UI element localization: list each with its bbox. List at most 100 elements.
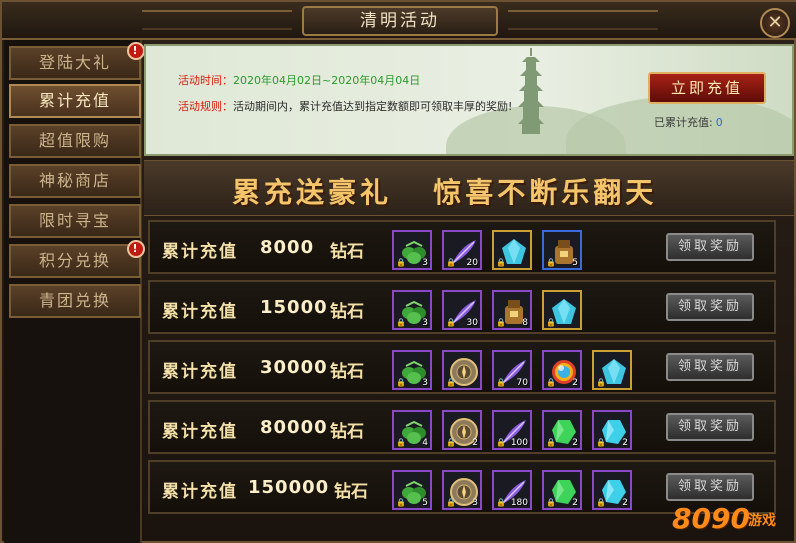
reward-label: 累计充值 xyxy=(162,482,238,502)
reward-row: 累计充值 8000 钻石 🔒 3 🔒 20 🔒 🔒 5 领取奖励 xyxy=(148,220,776,274)
reward-item-slot[interactable]: 🔒 4 xyxy=(392,410,432,450)
activity-window: 清明活动 ✕ 登陆大礼 ! 累计充值 超值限购 神秘商店 限时寻宝 积分兑换 !… xyxy=(0,0,796,543)
bound-lock-icon: 🔒 xyxy=(396,258,406,267)
reward-item-slot[interactable]: 🔒 xyxy=(592,350,632,390)
time-label: 活动时间： xyxy=(178,74,233,87)
reward-item-slot[interactable]: 🔒 3 xyxy=(392,350,432,390)
tab-cumulative-recharge[interactable]: 累计充值 xyxy=(9,84,141,118)
reward-unit: 钻石 xyxy=(334,482,368,502)
bound-lock-icon: 🔒 xyxy=(496,318,506,327)
reward-label: 累计充值 xyxy=(162,242,238,262)
bound-lock-icon: 🔒 xyxy=(396,498,406,507)
rule-value: 活动期间内，累计充值达到指定数额即可领取丰厚的奖励! xyxy=(233,100,513,113)
reward-item-slot[interactable]: 🔒 180 xyxy=(492,470,532,510)
reward-item-slot[interactable]: 🔒 xyxy=(442,350,482,390)
bound-lock-icon: 🔒 xyxy=(546,378,556,387)
bound-lock-icon: 🔒 xyxy=(596,378,606,387)
claim-reward-button[interactable]: 领取奖励 xyxy=(666,413,754,441)
slogan-text: 累充送豪礼 惊喜不断乐翻天 xyxy=(232,176,658,209)
claim-reward-button[interactable]: 领取奖励 xyxy=(666,353,754,381)
bound-lock-icon: 🔒 xyxy=(446,318,456,327)
bound-lock-icon: 🔒 xyxy=(596,498,606,507)
reward-list[interactable]: 累计充值 8000 钻石 🔒 3 🔒 20 🔒 🔒 5 领取奖励 累计充值 15000 钻石 🔒 3 🔒 30 🔒 8… xyxy=(144,218,794,543)
reward-item-slot[interactable]: 🔒 2 xyxy=(542,350,582,390)
reward-row: 累计充值 30000 钻石 🔒 3 🔒 🔒 70 🔒 2 🔒 领取奖励 xyxy=(148,340,776,394)
activity-rule: 活动规则：活动期间内，累计充值达到指定数额即可领取丰厚的奖励! xyxy=(178,98,512,114)
reward-item-slot[interactable]: 🔒 70 xyxy=(492,350,532,390)
reward-row: 累计充值 80000 钻石 🔒 4 🔒 2 🔒 100 🔒 2 🔒 2 领取奖励 xyxy=(148,400,776,454)
reward-item-slot[interactable]: 🔒 3 xyxy=(392,230,432,270)
bound-lock-icon: 🔒 xyxy=(396,438,406,447)
item-count: 2 xyxy=(572,438,578,448)
close-button[interactable]: ✕ xyxy=(760,8,790,38)
bound-lock-icon: 🔒 xyxy=(546,318,556,327)
bound-lock-icon: 🔒 xyxy=(496,378,506,387)
total-value: 0 xyxy=(715,116,723,129)
item-count: 2 xyxy=(572,498,578,508)
tab-label: 超值限购 xyxy=(38,131,111,150)
tab-value-limited[interactable]: 超值限购 xyxy=(9,124,141,158)
tab-login-gift[interactable]: 登陆大礼 ! xyxy=(9,42,145,80)
tab-points-exchange[interactable]: 积分兑换 ! xyxy=(9,240,145,278)
reward-item-slot[interactable]: 🔒 2 xyxy=(592,410,632,450)
tab-label: 积分兑换 xyxy=(38,251,111,270)
reward-item-slot[interactable]: 🔒 2 xyxy=(542,410,582,450)
item-count: 100 xyxy=(510,438,528,448)
tab-mystery-shop[interactable]: 神秘商店 xyxy=(9,164,141,198)
reward-item-slot[interactable]: 🔒 2 xyxy=(592,470,632,510)
reward-unit: 钻石 xyxy=(330,302,364,322)
reward-item-slot[interactable]: 🔒 2 xyxy=(442,410,482,450)
bound-lock-icon: 🔒 xyxy=(496,498,506,507)
reward-item-slot[interactable]: 🔒 100 xyxy=(492,410,532,450)
reward-unit: 钻石 xyxy=(330,422,364,442)
rule-label: 活动规则： xyxy=(178,100,233,113)
item-count: 30 xyxy=(466,318,478,328)
reward-item-slot[interactable]: 🔒 2 xyxy=(542,470,582,510)
claim-reward-button[interactable]: 领取奖励 xyxy=(666,293,754,321)
window-title: 清明活动 xyxy=(302,6,498,36)
item-count: 2 xyxy=(622,438,628,448)
bound-lock-icon: 🔒 xyxy=(446,438,456,447)
bound-lock-icon: 🔒 xyxy=(446,378,456,387)
total-label: 已累计充值: xyxy=(654,116,713,129)
reward-item-slot[interactable]: 🔒 30 xyxy=(442,290,482,330)
slogan-banner: 累充送豪礼 惊喜不断乐翻天 xyxy=(144,160,794,216)
pagoda-icon xyxy=(518,48,544,134)
item-count: 5 xyxy=(422,498,428,508)
reward-item-slot[interactable]: 🔒 20 xyxy=(442,230,482,270)
alert-badge-icon: ! xyxy=(127,240,145,258)
reward-amount: 30000 xyxy=(260,357,328,378)
bound-lock-icon: 🔒 xyxy=(546,438,556,447)
item-count: 2 xyxy=(472,438,478,448)
claim-reward-button[interactable]: 领取奖励 xyxy=(666,233,754,261)
tab-qingtuan-exchange[interactable]: 青团兑换 xyxy=(9,284,141,318)
reward-unit: 钻石 xyxy=(330,242,364,262)
reward-item-slot[interactable]: 🔒 3 xyxy=(392,290,432,330)
title-ornament-right xyxy=(508,10,658,30)
reward-item-slot[interactable]: 🔒 xyxy=(492,230,532,270)
watermark-number: 8090 xyxy=(672,502,750,535)
item-count: 3 xyxy=(422,318,428,328)
bound-lock-icon: 🔒 xyxy=(446,258,456,267)
item-count: 5 xyxy=(572,258,578,268)
tab-label: 累计充值 xyxy=(38,91,111,110)
bound-lock-icon: 🔒 xyxy=(496,438,506,447)
reward-item-slot[interactable]: 🔒 8 xyxy=(492,290,532,330)
item-count: 3 xyxy=(472,498,478,508)
reward-item-slot[interactable]: 🔒 xyxy=(542,290,582,330)
tab-timed-treasure[interactable]: 限时寻宝 xyxy=(9,204,141,238)
reward-item-slot[interactable]: 🔒 5 xyxy=(542,230,582,270)
reward-item-slot[interactable]: 🔒 3 xyxy=(442,470,482,510)
reward-amount: 150000 xyxy=(248,477,330,498)
reward-amount: 80000 xyxy=(260,417,328,438)
reward-item-slot[interactable]: 🔒 5 xyxy=(392,470,432,510)
item-count: 2 xyxy=(622,498,628,508)
item-count: 180 xyxy=(510,498,528,508)
reward-row: 累计充值 15000 钻石 🔒 3 🔒 30 🔒 8 🔒 领取奖励 xyxy=(148,280,776,334)
item-count: 3 xyxy=(422,258,428,268)
recharge-now-button[interactable]: 立即充值 xyxy=(648,72,766,104)
bound-lock-icon: 🔒 xyxy=(396,378,406,387)
alert-badge-icon: ! xyxy=(127,42,145,60)
item-count: 20 xyxy=(466,258,478,268)
reward-label: 累计充值 xyxy=(162,302,238,322)
